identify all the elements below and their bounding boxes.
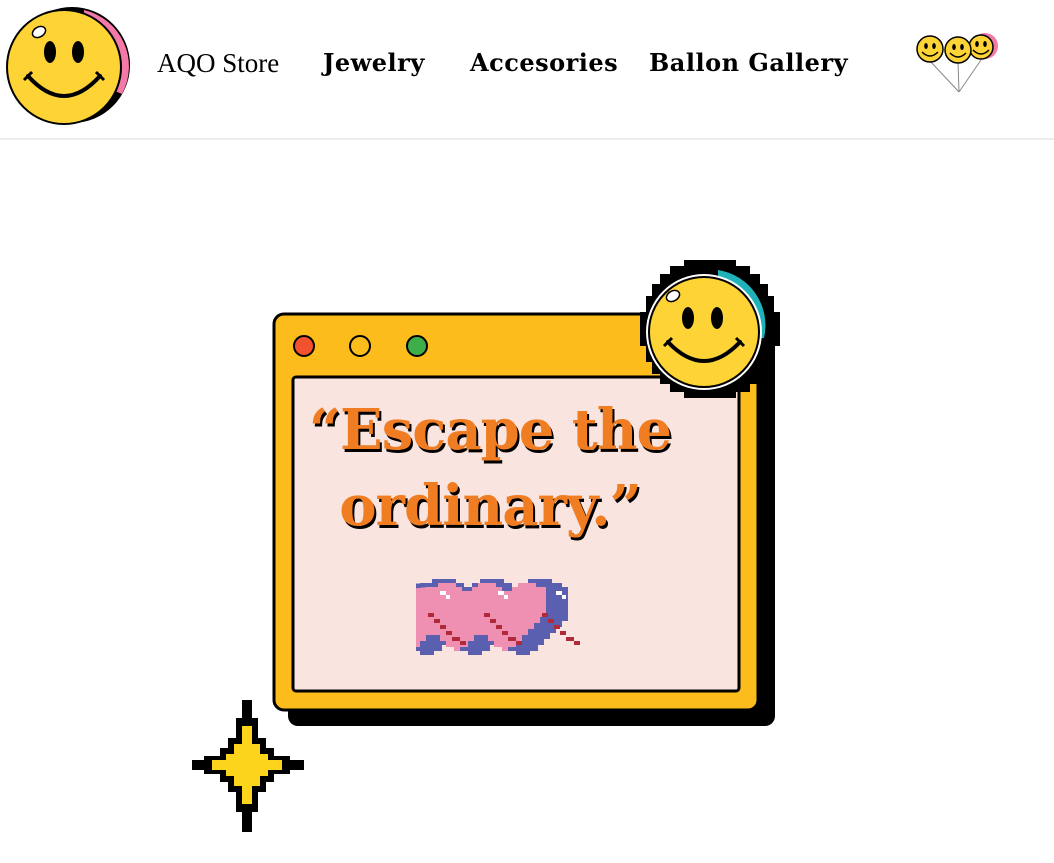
smiley-logo-icon[interactable] [4, 4, 132, 126]
quote-line-2: ordinary.” [339, 473, 642, 539]
smiley-balloons-icon[interactable] [913, 30, 1003, 96]
hero-illustration: “Escape the ordinary.” [190, 255, 790, 835]
store-name[interactable]: AQO Store [157, 48, 279, 79]
quote-line-1: “Escape the [308, 397, 672, 463]
sparkle-star-icon [192, 700, 304, 832]
site-header: AQO Store Jewelry Accesories Ballon Gall… [0, 0, 1054, 140]
window-dot-red-icon[interactable] [292, 334, 316, 358]
nav-link-ballon-gallery[interactable]: Ballon Gallery [649, 48, 848, 77]
window-dot-yellow-icon[interactable] [348, 334, 372, 358]
pixel-hearts-icon [416, 579, 580, 655]
smiley-sticker-icon[interactable] [638, 258, 784, 402]
window-dot-green-icon[interactable] [405, 334, 429, 358]
nav-link-accesories[interactable]: Accesories [470, 48, 618, 77]
nav-link-jewelry[interactable]: Jewelry [323, 48, 425, 77]
